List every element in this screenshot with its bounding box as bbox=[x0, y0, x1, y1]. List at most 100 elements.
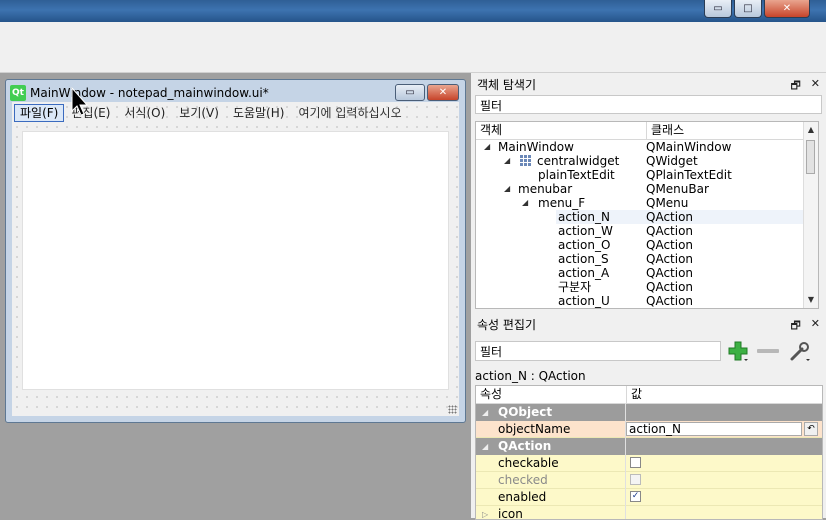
col-class-header[interactable]: 클래스 bbox=[647, 122, 684, 139]
property-row-objectname[interactable]: objectName action_N ↶ bbox=[476, 421, 822, 438]
object-inspector-dock: 객체 탐색기 🗗 ✕ 필터 객체 클래스 ◢ MainWindow QMainW… bbox=[471, 73, 826, 313]
menu-format[interactable]: 서식(O) bbox=[117, 105, 172, 121]
tree-row-class: QPlainTextEdit bbox=[646, 168, 732, 182]
form-canvas[interactable]: 파일(F) 편집(E) 서식(O) 보기(V) 도움말(H) 여기에 입력하십시… bbox=[12, 102, 459, 416]
object-tree[interactable]: 객체 클래스 ◢ MainWindow QMainWindow ◢ centra… bbox=[475, 121, 819, 309]
expand-arrow-icon[interactable]: ◢ bbox=[522, 196, 528, 210]
tree-row-name: action_O bbox=[558, 238, 611, 252]
property-filter-row: 필터 bbox=[471, 335, 826, 363]
tree-row-class: QAction bbox=[646, 224, 694, 238]
menu-file[interactable]: 파일(F) bbox=[14, 104, 65, 122]
object-tree-header: 객체 클래스 bbox=[476, 122, 818, 140]
object-tree-scrollbar[interactable]: ▲ ▼ bbox=[803, 122, 818, 308]
host-maximize-button[interactable]: □ bbox=[734, 0, 762, 18]
tree-row-name: action_N bbox=[558, 210, 610, 224]
tree-row-name: action_A bbox=[558, 266, 610, 280]
float-icon[interactable]: 🗗 bbox=[790, 77, 800, 96]
col-property-header[interactable]: 속성 bbox=[476, 386, 627, 403]
form-window[interactable]: Qt MainWindow - notepad_mainwindow.ui* ▭… bbox=[5, 79, 466, 423]
remove-property-minus-icon[interactable] bbox=[757, 349, 779, 353]
menu-help[interactable]: 도움말(H) bbox=[226, 105, 292, 121]
tree-row[interactable]: action_S QAction bbox=[476, 252, 818, 266]
tree-row[interactable]: action_O QAction bbox=[476, 238, 818, 252]
reset-value-icon[interactable]: ↶ bbox=[804, 422, 818, 436]
qt-logo-icon: Qt bbox=[10, 85, 26, 101]
tree-row-name: action_W bbox=[558, 224, 613, 238]
tree-row-name: MainWindow bbox=[498, 140, 574, 154]
property-group-row[interactable]: ◢ QObject bbox=[476, 404, 822, 421]
host-minimize-button[interactable]: ▭ bbox=[704, 0, 732, 18]
menu-view[interactable]: 보기(V) bbox=[172, 105, 226, 121]
host-toolbar-area bbox=[0, 22, 826, 73]
tree-row-name: centralwidget bbox=[520, 154, 619, 168]
mouse-cursor-icon bbox=[71, 87, 89, 116]
tree-row[interactable]: ◢ MainWindow QMainWindow bbox=[476, 140, 818, 154]
property-table[interactable]: 속성 값 ◢ QObject objectName action_N ↶ ◢ Q… bbox=[475, 385, 823, 520]
property-row-checkable[interactable]: checkable bbox=[476, 455, 822, 472]
property-row-enabled[interactable]: enabled ✓ bbox=[476, 489, 822, 506]
property-table-header: 속성 값 bbox=[476, 386, 822, 404]
expand-arrow-icon[interactable]: ◢ bbox=[504, 182, 510, 196]
tree-row-name: 구분자 bbox=[558, 280, 592, 294]
float-icon[interactable]: 🗗 bbox=[790, 317, 800, 336]
resize-grip-icon[interactable] bbox=[448, 405, 457, 414]
tree-row[interactable]: action_A QAction bbox=[476, 266, 818, 280]
checkable-checkbox[interactable] bbox=[630, 457, 641, 468]
tree-row-class: QAction bbox=[646, 266, 694, 280]
scroll-down-icon[interactable]: ▼ bbox=[804, 293, 818, 307]
tree-row[interactable]: action_U QAction bbox=[476, 294, 818, 308]
collapse-arrow-icon[interactable]: ◢ bbox=[482, 404, 488, 421]
tree-row[interactable]: 구분자 QAction bbox=[476, 280, 818, 294]
property-name: objectName bbox=[498, 422, 571, 436]
column-divider bbox=[625, 403, 626, 519]
tree-row-name: action_S bbox=[558, 252, 609, 266]
tree-row[interactable]: plainTextEdit QPlainTextEdit bbox=[476, 168, 818, 182]
plain-text-edit[interactable] bbox=[22, 131, 449, 390]
form-title: MainWindow - notepad_mainwindow.ui* bbox=[30, 86, 269, 100]
scrollbar-thumb[interactable] bbox=[806, 140, 815, 174]
collapse-arrow-icon[interactable]: ◢ bbox=[482, 438, 488, 455]
form-close-button[interactable]: ✕ bbox=[427, 84, 459, 101]
host-window-controls: ▭ □ ✕ bbox=[704, 0, 810, 18]
tree-row[interactable]: ◢ centralwidget QWidget bbox=[476, 154, 818, 168]
tree-row-class: QAction bbox=[646, 210, 694, 224]
host-titlebar: ▭ □ ✕ bbox=[0, 0, 826, 22]
close-icon[interactable]: ✕ bbox=[811, 77, 820, 96]
tree-row[interactable]: ◢ menubar QMenuBar bbox=[476, 182, 818, 196]
property-name: checked bbox=[498, 473, 548, 487]
expand-arrow-icon[interactable]: ◢ bbox=[484, 140, 490, 154]
scroll-up-icon[interactable]: ▲ bbox=[804, 123, 818, 137]
group-label: QObject bbox=[498, 405, 553, 419]
col-object-header[interactable]: 객체 bbox=[476, 122, 647, 139]
form-minimize-button[interactable]: ▭ bbox=[395, 84, 425, 101]
tree-row-class: QMainWindow bbox=[646, 140, 732, 154]
objectname-value-input[interactable]: action_N bbox=[626, 422, 802, 436]
checked-checkbox bbox=[630, 474, 641, 485]
property-filter-input[interactable]: 필터 bbox=[475, 341, 721, 361]
menu-type-here[interactable]: 여기에 입력하십시오 bbox=[291, 105, 408, 121]
tree-row-class: QAction bbox=[646, 252, 694, 266]
enabled-checkbox[interactable]: ✓ bbox=[630, 491, 641, 502]
tree-row[interactable]: action_W QAction bbox=[476, 224, 818, 238]
property-editor-header: 속성 편집기 🗗 ✕ bbox=[471, 313, 826, 335]
tree-row-name: menubar bbox=[518, 182, 573, 196]
host-close-button[interactable]: ✕ bbox=[764, 0, 810, 18]
tree-row-name: plainTextEdit bbox=[538, 168, 615, 182]
tree-row-name: action_U bbox=[558, 294, 610, 308]
tree-row-name: menu_F bbox=[538, 196, 586, 210]
expand-arrow-icon[interactable]: ◢ bbox=[504, 154, 510, 168]
tree-row-class: QWidget bbox=[646, 154, 698, 168]
property-group-row[interactable]: ◢ QAction bbox=[476, 438, 822, 455]
object-inspector-title: 객체 탐색기 bbox=[477, 77, 537, 92]
configure-wrench-icon[interactable] bbox=[789, 340, 811, 362]
col-value-header[interactable]: 값 bbox=[627, 386, 642, 403]
tree-row[interactable]: ◢ menu_F QMenu bbox=[476, 196, 818, 210]
close-icon[interactable]: ✕ bbox=[811, 317, 820, 336]
tree-row-selected[interactable]: action_N QAction bbox=[476, 210, 818, 224]
object-filter-input[interactable]: 필터 bbox=[475, 95, 822, 114]
tree-row-class: QAction bbox=[646, 238, 694, 252]
grid-layout-icon bbox=[520, 155, 532, 167]
add-property-plus-icon[interactable] bbox=[727, 340, 749, 362]
property-editor-dock: 속성 편집기 🗗 ✕ 필터 action_N : QAction 속성 값 ◢ … bbox=[471, 313, 826, 520]
property-row-checked[interactable]: checked bbox=[476, 472, 822, 489]
